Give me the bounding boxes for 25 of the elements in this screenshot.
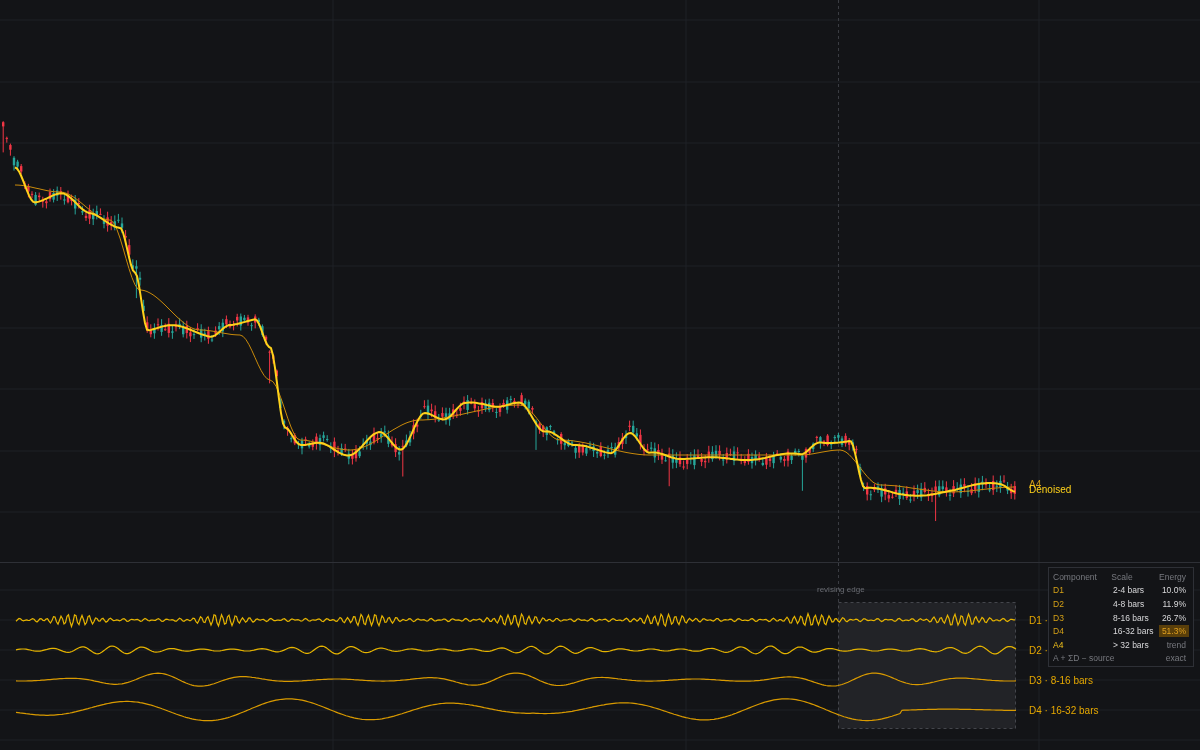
component-label: D3 · 8-16 bars xyxy=(1029,675,1093,686)
scale-cell-text: > 32 bars xyxy=(1113,639,1150,650)
scale-cell-text: 8-16 bars xyxy=(1112,612,1150,623)
energy-cell-text: 10.0% xyxy=(1160,584,1187,597)
energy-cell-text: 11.9% xyxy=(1161,598,1187,610)
component-cell-text: D4 xyxy=(1053,626,1065,637)
scale-cell-text: 4-8 bars xyxy=(1113,599,1146,609)
scale-cell-text: 16-32 bars xyxy=(1112,626,1155,637)
edge-label: revising edge xyxy=(817,585,865,594)
component-cell-text: D3 xyxy=(1053,612,1065,623)
column-header: Component xyxy=(1053,571,1098,582)
formula-text: A + ΣD − source xyxy=(1053,653,1115,664)
component-cell-text: A4 xyxy=(1053,639,1065,650)
energy-cell: 51.3% xyxy=(1158,625,1189,638)
energy-cell-text: trend xyxy=(1165,638,1187,651)
energy-cell-text: 26.7% xyxy=(1160,611,1187,624)
component-label: D4 · 16-32 bars xyxy=(1029,705,1099,716)
component-cell-text: D1 xyxy=(1053,585,1065,596)
component-cell-text: D2 xyxy=(1053,599,1065,609)
column-header: Scale xyxy=(1111,571,1134,582)
column-header: Energy xyxy=(1158,570,1187,583)
component-label: D1 · xyxy=(1029,615,1048,626)
result-text: exact xyxy=(1164,652,1187,665)
component-label: D2 · xyxy=(1029,645,1048,656)
scale-cell-text: 2-4 bars xyxy=(1112,585,1146,596)
